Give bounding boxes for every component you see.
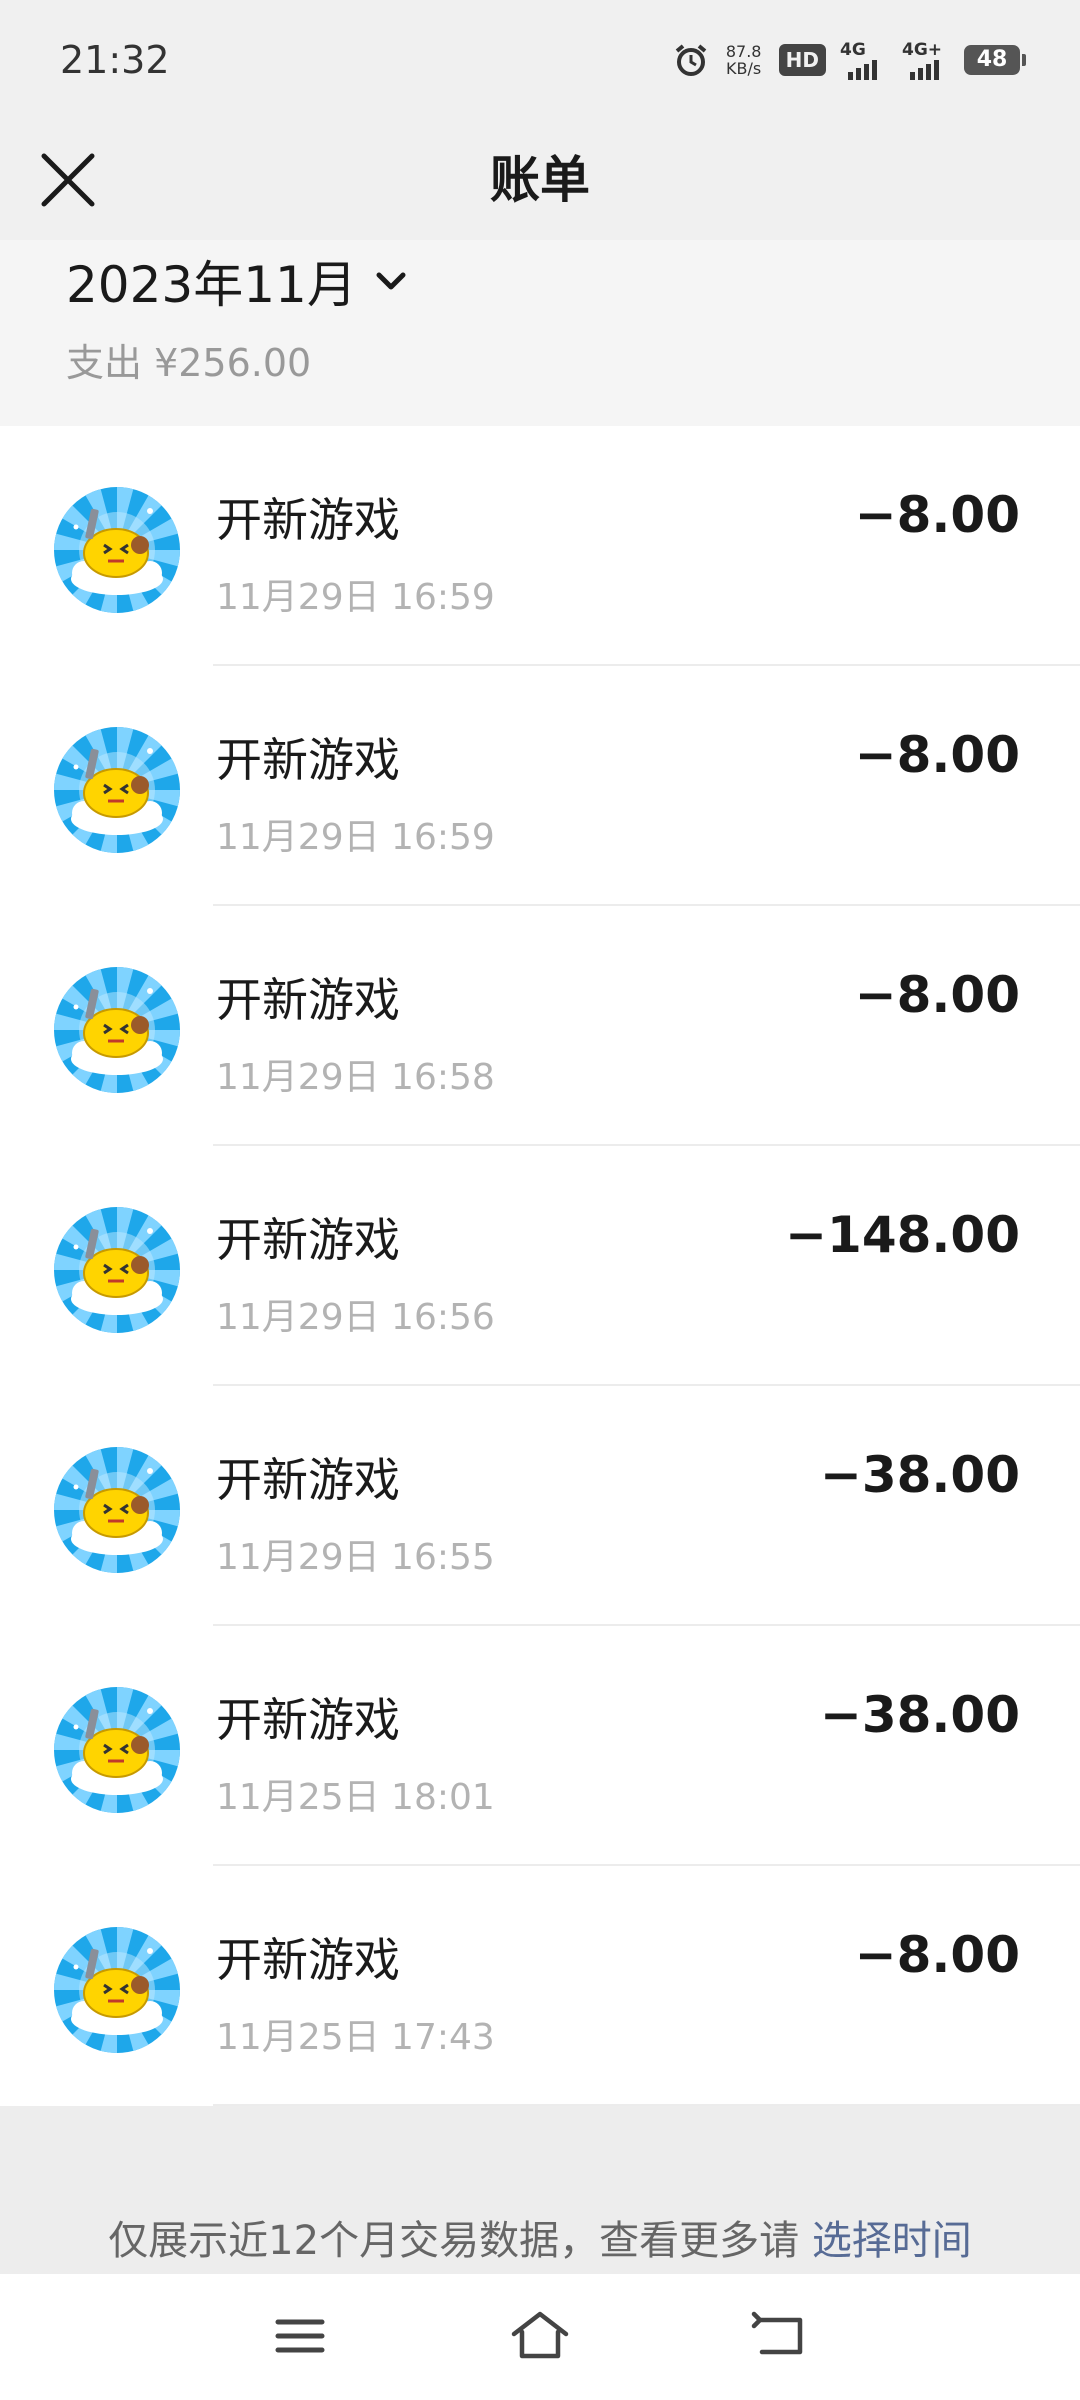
history-limit-text: 仅展示近12个月交易数据，查看更多请 <box>108 2218 812 2264</box>
back-button[interactable] <box>748 2304 812 2368</box>
battery-indicator: 48 <box>964 45 1026 75</box>
transaction-title: 开新游戏 <box>216 733 400 787</box>
menu-button[interactable] <box>268 2304 332 2368</box>
transaction-amount: −148.00 <box>785 1206 1020 1264</box>
status-time: 21:32 <box>60 38 170 82</box>
transaction-amount: −38.00 <box>819 1446 1020 1504</box>
transaction-row[interactable]: 开新游戏 11月29日 16:59 −8.00 <box>0 426 1080 666</box>
home-icon <box>511 2311 569 2359</box>
network-speed-unit: KB/s <box>726 59 762 78</box>
history-limit-note: 仅展示近12个月交易数据，查看更多请 选择时间 <box>0 2208 1080 2266</box>
game-avatar-icon <box>54 1207 180 1333</box>
transaction-title: 开新游戏 <box>216 1693 400 1747</box>
transaction-time: 11月29日 16:56 <box>216 1297 495 1338</box>
signal-sim1: 4G <box>840 40 888 80</box>
game-avatar-icon <box>54 1927 180 2053</box>
hd-badge: HD <box>778 44 826 76</box>
transaction-time: 11月29日 16:59 <box>216 577 495 618</box>
signal-sim2-label: 4G+ <box>902 40 943 60</box>
transaction-time: 11月29日 16:55 <box>216 1537 495 1578</box>
transaction-row[interactable]: 开新游戏 11月29日 16:55 −38.00 <box>0 1386 1080 1626</box>
home-button[interactable] <box>508 2304 572 2368</box>
status-bar: 21:32 87.8 KB/s HD 4G 4G+ 48 <box>0 0 1080 120</box>
game-avatar-icon <box>54 967 180 1093</box>
game-avatar-icon <box>54 1447 180 1573</box>
transaction-amount: −38.00 <box>819 1686 1020 1744</box>
network-speed: 87.8 KB/s <box>723 43 765 77</box>
month-summary: 2023年11月 支出 ¥256.00 <box>0 240 1080 426</box>
transaction-row[interactable]: 开新游戏 11月29日 16:58 −8.00 <box>0 906 1080 1146</box>
status-icons: 87.8 KB/s HD 4G 4G+ 48 <box>673 40 1026 80</box>
transaction-title: 开新游戏 <box>216 973 400 1027</box>
transaction-time: 11月25日 18:01 <box>216 1777 495 1818</box>
game-avatar-icon <box>54 727 180 853</box>
row-divider <box>213 2104 1080 2106</box>
month-selector[interactable]: 2023年11月 <box>66 246 409 316</box>
transaction-title: 开新游戏 <box>216 493 400 547</box>
page-title: 账单 <box>490 151 590 209</box>
select-time-link[interactable]: 选择时间 <box>812 2218 972 2264</box>
game-avatar-icon <box>54 487 180 613</box>
transaction-row[interactable]: 开新游戏 11月25日 17:43 −8.00 <box>0 1866 1080 2106</box>
expense-total: 支出 ¥256.00 <box>66 341 312 385</box>
transaction-title: 开新游戏 <box>216 1213 400 1267</box>
top-app-bar: 账单 <box>0 120 1080 240</box>
transaction-amount: −8.00 <box>854 726 1020 784</box>
transaction-title: 开新游戏 <box>216 1933 400 1987</box>
transaction-time: 11月29日 16:59 <box>216 817 495 858</box>
game-avatar-icon <box>54 1687 180 1813</box>
signal-sim2: 4G+ <box>902 40 950 80</box>
month-label: 2023年11月 <box>66 256 357 314</box>
transaction-time: 11月29日 16:58 <box>216 1057 495 1098</box>
close-icon <box>41 153 95 207</box>
transaction-amount: −8.00 <box>854 1926 1020 1984</box>
transaction-amount: −8.00 <box>854 966 1020 1024</box>
signal-bars-icon <box>910 60 939 80</box>
transaction-list: 开新游戏 11月29日 16:59 −8.00 开新游戏 11月29日 16:5… <box>0 426 1080 2106</box>
chevron-down-icon <box>376 272 406 290</box>
menu-icon <box>275 2319 325 2353</box>
network-speed-value: 87.8 <box>725 42 762 61</box>
system-navigation-bar <box>0 2274 1080 2400</box>
signal-sim1-label: 4G <box>840 40 866 60</box>
transaction-amount: −8.00 <box>854 486 1020 544</box>
back-icon <box>751 2311 803 2355</box>
transaction-row[interactable]: 开新游戏 11月25日 18:01 −38.00 <box>0 1626 1080 1866</box>
transaction-row[interactable]: 开新游戏 11月29日 16:59 −8.00 <box>0 666 1080 906</box>
transaction-row[interactable]: 开新游戏 11月29日 16:56 −148.00 <box>0 1146 1080 1386</box>
alarm-icon <box>675 44 706 76</box>
signal-bars-icon <box>848 60 877 80</box>
transaction-time: 11月25日 17:43 <box>216 2017 495 2058</box>
transaction-title: 开新游戏 <box>216 1453 400 1507</box>
close-button[interactable] <box>34 146 102 214</box>
